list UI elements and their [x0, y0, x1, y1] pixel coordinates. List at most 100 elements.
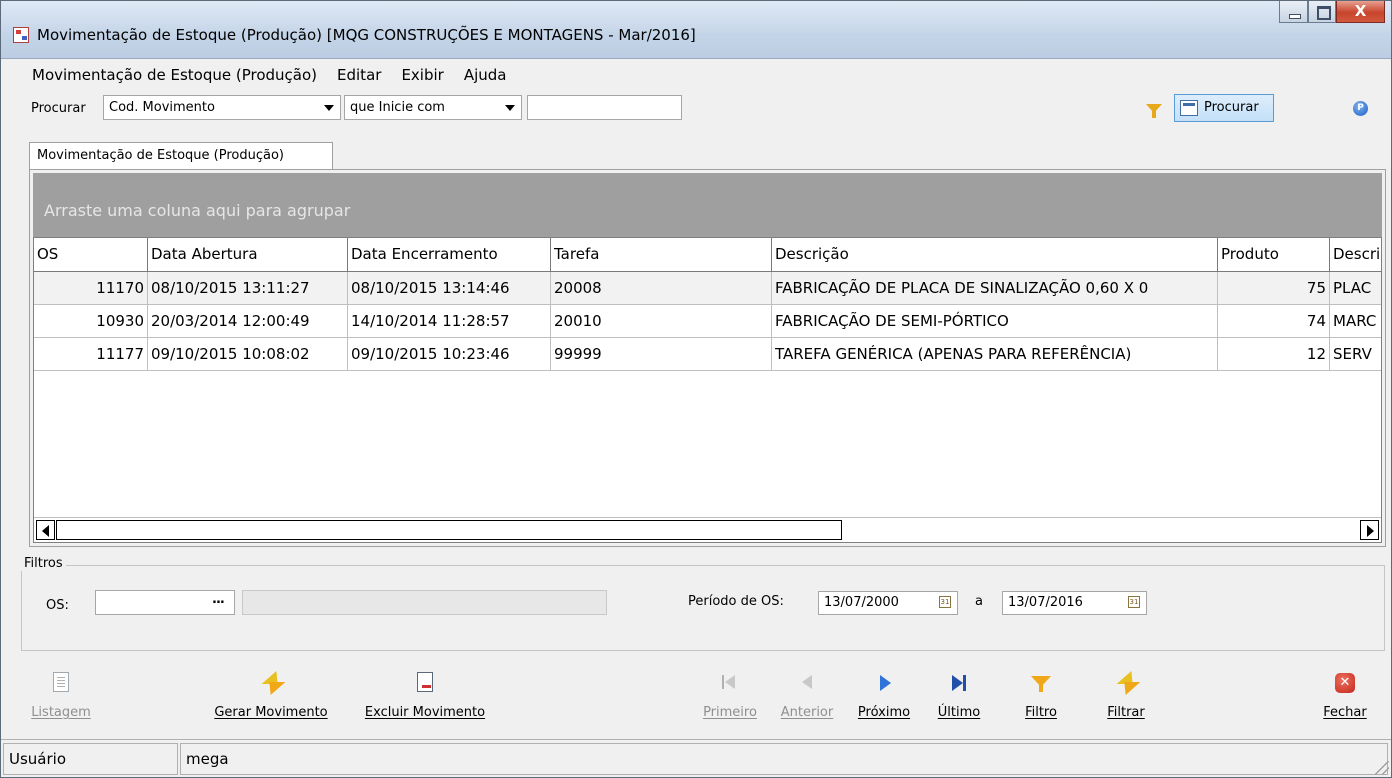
fechar-label: Fechar — [1323, 705, 1367, 720]
cell-data-encerramento: 09/10/2015 10:23:46 — [348, 338, 551, 370]
window-title: Movimentação de Estoque (Produção) [MQG … — [37, 26, 696, 44]
excluir-movimento-label: Excluir Movimento — [364, 705, 486, 720]
scroll-right-icon[interactable] — [1360, 520, 1379, 540]
gerar-movimento-button[interactable]: Gerar Movimento — [205, 661, 337, 737]
close-window-button[interactable]: X — [1336, 1, 1385, 23]
cell-data-abertura: 09/10/2015 10:08:02 — [148, 338, 348, 370]
cell-tarefa: 20008 — [551, 272, 772, 304]
first-record-icon — [718, 671, 742, 695]
primeiro-button[interactable]: Primeiro — [696, 661, 764, 737]
last-record-icon — [947, 671, 971, 695]
close-icon: X — [1354, 2, 1367, 20]
date-from-input[interactable]: 13/07/2000 31 — [818, 591, 958, 615]
cell-tarefa: 20010 — [551, 305, 772, 337]
table-row[interactable]: 11170 08/10/2015 13:11:27 08/10/2015 13:… — [34, 272, 1381, 305]
col-header-os[interactable]: OS — [34, 238, 148, 271]
menu-bar: Movimentação de Estoque (Produção) Edita… — [19, 64, 513, 86]
anterior-label: Anterior — [780, 705, 834, 720]
cell-produto: 12 — [1218, 338, 1330, 370]
col-header-data-abertura[interactable]: Data Abertura — [148, 238, 348, 271]
menu-editar[interactable]: Editar — [324, 64, 388, 86]
search-button-label: Procurar — [1204, 100, 1259, 115]
resize-grip-icon[interactable] — [1375, 761, 1389, 775]
help-icon[interactable]: P — [1353, 101, 1368, 116]
proximo-button[interactable]: Próximo — [851, 661, 917, 737]
chevron-down-icon — [324, 105, 334, 111]
primeiro-label: Primeiro — [703, 705, 757, 720]
cell-os: 11170 — [34, 272, 148, 304]
close-icon — [1335, 673, 1355, 693]
menu-movimentacao[interactable]: Movimentação de Estoque (Produção) — [19, 64, 324, 86]
tab-movimentacao[interactable]: Movimentação de Estoque (Produção) — [29, 142, 333, 170]
minimize-button[interactable] — [1279, 1, 1308, 23]
cell-produto: 75 — [1218, 272, 1330, 304]
status-bar: Usuário mega — [1, 739, 1391, 777]
chevron-down-icon — [505, 105, 515, 111]
gerar-movimento-label: Gerar Movimento — [214, 705, 328, 720]
filter-icon[interactable] — [1146, 104, 1162, 118]
fechar-button[interactable]: Fechar — [1313, 661, 1377, 737]
cell-descricao: FABRICAÇÃO DE SEMI-PÓRTICO — [772, 305, 1218, 337]
cell-tarefa: 99999 — [551, 338, 772, 370]
ultimo-button[interactable]: Último — [931, 661, 987, 737]
lightning-icon — [261, 671, 281, 695]
menu-exibir[interactable]: Exibir — [388, 64, 450, 86]
search-field-select[interactable]: Cod. Movimento — [103, 95, 341, 120]
maximize-button[interactable] — [1308, 1, 1336, 23]
search-field-value: Cod. Movimento — [109, 100, 215, 115]
next-record-icon — [872, 671, 896, 695]
cell-os: 11177 — [34, 338, 148, 370]
cell-descricao-produto: SERV — [1333, 345, 1372, 363]
search-input[interactable] — [527, 95, 682, 120]
listagem-button[interactable]: Listagem — [21, 661, 101, 737]
table-row[interactable]: 11177 09/10/2015 10:08:02 09/10/2015 10:… — [34, 338, 1381, 371]
filtro-label: Filtro — [1025, 705, 1057, 720]
bottom-toolbar: Listagem Gerar Movimento Excluir Movimen… — [1, 661, 1391, 737]
cell-descricao-produto: PLAC — [1330, 272, 1381, 304]
app-icon[interactable] — [13, 27, 29, 43]
window-controls: X — [1279, 1, 1385, 23]
status-user-value: mega — [180, 743, 1388, 775]
scroll-left-icon[interactable] — [36, 520, 55, 540]
cell-produto: 74 — [1218, 305, 1330, 337]
col-header-produto[interactable]: Produto — [1218, 238, 1330, 271]
filtro-button[interactable]: Filtro — [1013, 661, 1069, 737]
filters-legend: Filtros — [21, 556, 66, 571]
title-bar[interactable]: Movimentação de Estoque (Produção) [MQG … — [1, 1, 1391, 59]
filtrar-button[interactable]: Filtrar — [1098, 661, 1154, 737]
scroll-thumb[interactable] — [56, 520, 842, 540]
previous-record-icon — [795, 671, 819, 695]
col-header-data-encerramento[interactable]: Data Encerramento — [348, 238, 551, 271]
group-hint: Arraste uma coluna aqui para agrupar — [44, 201, 351, 220]
col-header-tarefa[interactable]: Tarefa — [551, 238, 772, 271]
table-row[interactable]: 10930 20/03/2014 12:00:49 14/10/2014 11:… — [34, 305, 1381, 338]
date-to-input[interactable]: 13/07/2016 31 — [1002, 591, 1147, 615]
col-header-descricao-produto[interactable]: Descri — [1330, 238, 1381, 271]
search-operator-select[interactable]: que Inicie com — [344, 95, 522, 120]
os-lookup-button[interactable]: ... — [212, 592, 225, 607]
col-header-descricao[interactable]: Descrição — [772, 238, 1218, 271]
os-label: OS: — [46, 598, 69, 613]
proximo-label: Próximo — [857, 705, 911, 720]
filtrar-label: Filtrar — [1107, 705, 1145, 720]
search-bar: Procurar Cod. Movimento que Inicie com P… — [19, 92, 1391, 126]
anterior-button[interactable]: Anterior — [772, 661, 842, 737]
cell-descricao-produto: MARC — [1333, 312, 1377, 330]
date-separator: a — [975, 594, 983, 609]
period-label: Período de OS: — [688, 594, 784, 609]
lightning-icon — [1116, 671, 1136, 695]
data-grid: OS Data Abertura Data Encerramento Taref… — [33, 237, 1382, 543]
excluir-movimento-button[interactable]: Excluir Movimento — [355, 661, 495, 737]
horizontal-scrollbar[interactable] — [34, 517, 1381, 542]
group-by-area[interactable]: Arraste uma coluna aqui para agrupar — [33, 173, 1382, 237]
calendar-icon[interactable]: 31 — [1128, 596, 1140, 608]
calendar-icon[interactable]: 31 — [939, 596, 951, 608]
cell-descricao: TAREFA GENÉRICA (APENAS PARA REFERÊNCIA) — [772, 338, 1218, 370]
search-button[interactable]: Procurar — [1174, 94, 1274, 122]
date-from-value: 13/07/2000 — [824, 595, 899, 610]
date-to-value: 13/07/2016 — [1008, 595, 1083, 610]
app-window: Movimentação de Estoque (Produção) [MQG … — [0, 0, 1392, 778]
cell-descricao: FABRICAÇÃO DE PLACA DE SINALIZAÇÃO 0,60 … — [772, 272, 1218, 304]
os-description-field — [242, 590, 607, 615]
menu-ajuda[interactable]: Ajuda — [451, 64, 514, 86]
